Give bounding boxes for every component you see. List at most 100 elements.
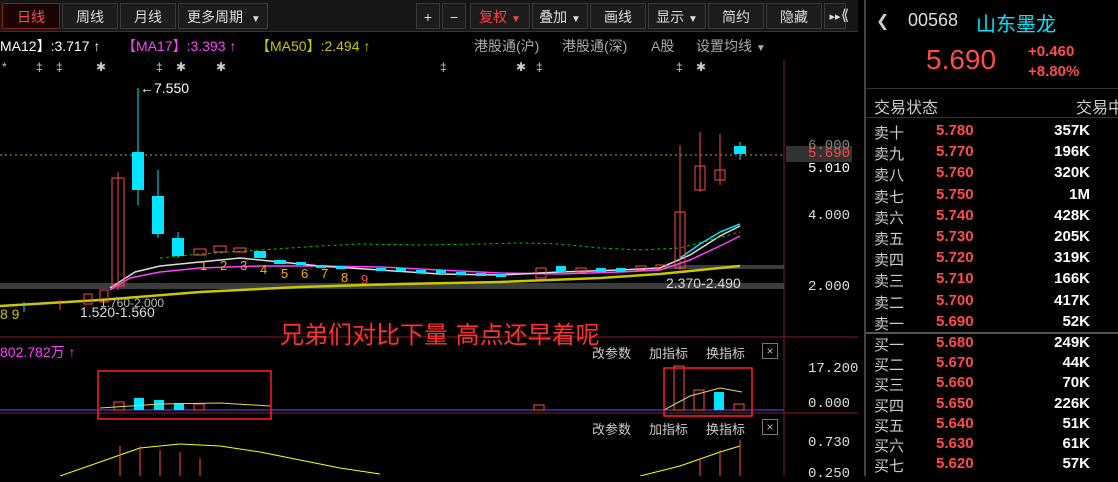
level-label: 卖三 [874, 272, 905, 291]
svg-text:‡: ‡ [440, 60, 447, 74]
signal-markers: * ‡ ‡ ✱ ‡ ✱ ✱ ‡ ✱ ‡ ‡ ✱ [2, 60, 706, 74]
seq-2: 2 [220, 258, 228, 273]
svg-text:‡: ‡ [536, 60, 543, 74]
level-label: 买六 [874, 437, 905, 455]
ask-row[interactable]: 卖十 5.780 357K [874, 122, 1118, 143]
svg-text:✱: ✱ [176, 60, 186, 74]
candle-down [152, 170, 164, 238]
high-price-label: ←7.550 [140, 80, 190, 96]
level-volume: 417K [1054, 291, 1090, 309]
bid-row[interactable]: 买五 5.640 51K [874, 415, 1118, 436]
level-volume: 61K [1062, 435, 1090, 452]
svg-text:‡: ‡ [676, 60, 683, 74]
ask-row[interactable]: 卖四 5.720 319K [874, 249, 1118, 270]
svg-text:✱: ✱ [516, 60, 526, 74]
volume-y-axis-label: 17.200 [808, 361, 859, 377]
candle-down [172, 232, 184, 258]
svg-text:‡: ‡ [36, 60, 43, 74]
level-volume: 249K [1054, 334, 1090, 351]
volume-add-indicator-button[interactable]: 加指标 [649, 343, 688, 362]
level-price: 5.630 [936, 435, 974, 452]
bid-row[interactable]: 买六 5.630 61K [874, 435, 1118, 456]
seq-7: 7 [321, 266, 329, 281]
stock-code: 00568 [908, 10, 959, 30]
last-price: 5.690 [926, 44, 997, 75]
bid-row[interactable]: 买三 5.660 70K [874, 374, 1118, 395]
bid-row[interactable]: 买一 5.680 249K [874, 334, 1118, 355]
level-label: 买三 [874, 376, 905, 395]
level-label: 买二 [874, 356, 905, 375]
collapse-arrow-icon[interactable]: ❮ [876, 11, 889, 31]
volume-y-axis-label: 0.000 [808, 396, 851, 412]
ask-row[interactable]: 卖六 5.740 428K [874, 207, 1118, 228]
level-volume: 196K [1054, 143, 1090, 161]
ask-row[interactable]: 卖八 5.760 320K [874, 164, 1118, 185]
bid-row[interactable]: 买二 5.670 44K [874, 354, 1118, 375]
level-price: 5.770 [936, 143, 974, 161]
level-volume: 51K [1062, 414, 1090, 432]
level-label: 卖二 [874, 293, 905, 312]
level-label: 卖十 [874, 124, 905, 142]
seq-9: 9 [361, 272, 369, 287]
y-axis-label: 2.000 [808, 279, 851, 295]
indicator2-y-axis-label: 0.730 [808, 435, 851, 451]
level-price: 5.760 [936, 164, 974, 182]
ask-row[interactable]: 卖一 5.690 52K [874, 313, 1118, 334]
svg-text:‡: ‡ [56, 60, 63, 74]
indicator2-add-indicator-button[interactable]: 加指标 [649, 419, 688, 438]
level-label: 卖五 [874, 230, 905, 248]
volume-bars [0, 365, 784, 411]
bid-row[interactable]: 买四 5.650 226K [874, 395, 1118, 416]
level-label: 买七 [874, 457, 905, 476]
seq-3: 3 [240, 258, 248, 273]
ask-row[interactable]: 卖二 5.700 417K [874, 292, 1118, 313]
level-price: 5.680 [936, 334, 974, 351]
level-label: 卖七 [874, 187, 905, 206]
indicator2-close-icon[interactable]: × [762, 419, 778, 435]
level-price: 5.640 [936, 414, 974, 432]
level-volume: 52K [1062, 312, 1090, 330]
indicator2-switch-indicator-button[interactable]: 换指标 [706, 419, 745, 438]
indicator2-lines [59, 440, 741, 476]
seq-4: 4 [260, 262, 268, 277]
level-price: 5.720 [936, 249, 974, 267]
candles-rally [674, 132, 746, 270]
ma12-line [109, 225, 741, 289]
level-price: 5.780 [936, 122, 974, 139]
level-volume: 57K [1062, 455, 1090, 473]
level-price: 5.740 [936, 206, 974, 224]
level-volume: 428K [1054, 206, 1090, 224]
level-label: 买五 [874, 416, 905, 435]
volume-switch-indicator-button[interactable]: 换指标 [706, 343, 745, 362]
y-axis-label: 4.000 [808, 208, 851, 224]
level-label: 卖一 [874, 314, 905, 333]
ask-row[interactable]: 卖七 5.750 1M [874, 186, 1118, 207]
ask-row[interactable]: 卖三 5.710 166K [874, 270, 1118, 291]
level-label: 卖九 [874, 145, 905, 164]
level-price: 5.700 [936, 291, 974, 309]
seq-8: 8 [341, 270, 349, 285]
svg-text:✱: ✱ [216, 60, 226, 74]
volume-close-icon[interactable]: × [762, 343, 778, 359]
trade-status-label: 交易状态 [874, 98, 939, 117]
count-label: 8 9 [0, 306, 20, 322]
level-volume: 320K [1054, 164, 1090, 182]
bid-row[interactable]: 买七 5.620 57K [874, 455, 1118, 476]
level-label: 卖四 [874, 251, 905, 270]
level-price: 5.670 [936, 354, 974, 372]
svg-text:‡: ‡ [156, 60, 163, 74]
low-range-label-2: 1.760-2.000 [100, 296, 165, 310]
level-price: 5.730 [936, 228, 974, 245]
indicator2-params-button[interactable]: 改参数 [592, 419, 631, 438]
level-label: 卖六 [874, 208, 905, 227]
level-volume: 319K [1054, 249, 1090, 267]
indicator2-y-axis-label: 0.250 [808, 466, 851, 482]
right-range-label: 2.370-2.490 [666, 275, 741, 291]
level-volume: 166K [1054, 270, 1090, 288]
ask-row[interactable]: 卖五 5.730 205K [874, 228, 1118, 249]
price-chart: * ‡ ‡ ✱ ‡ ✱ ✱ ‡ ✱ ‡ ‡ ✱ [0, 60, 858, 476]
candle-big-up [111, 172, 125, 290]
ask-row[interactable]: 卖九 5.770 196K [874, 143, 1118, 164]
price-change: +0.460 [1028, 43, 1075, 60]
volume-params-button[interactable]: 改参数 [592, 343, 631, 362]
